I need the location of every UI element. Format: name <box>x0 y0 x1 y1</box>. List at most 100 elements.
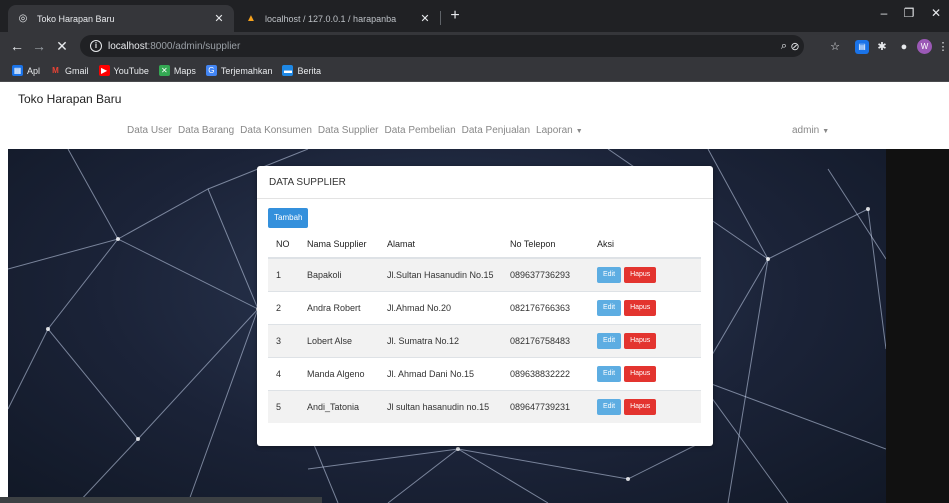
bookmark-label: Terjemahkan <box>220 65 273 76</box>
cell-nama: Andi_Tatonia <box>299 389 379 423</box>
nav-data-konsumen[interactable]: Data Konsumen <box>240 125 312 136</box>
camera-blocked-icon[interactable]: ⊘ <box>788 40 802 54</box>
column-header-telepon: No Telepon <box>502 231 589 259</box>
cell-alamat: Jl sultan hasanudin no.15 <box>379 389 502 423</box>
bookmark-gmail[interactable]: M Gmail <box>50 65 88 76</box>
caret-down-icon: ▼ <box>575 128 583 135</box>
new-tab-plus-icon[interactable]: + <box>446 7 464 25</box>
tab-title: localhost / 127.0.0.1 / harapanba <box>265 13 397 24</box>
edit-button[interactable]: Edit <box>597 398 622 415</box>
nav-laporan-dropdown[interactable]: Laporan ▼ <box>536 125 583 136</box>
cell-no: 5 <box>268 389 299 423</box>
nav-data-barang[interactable]: Data Barang <box>178 125 234 136</box>
web-page: Toko Harapan Baru Data User Data Barang … <box>0 82 949 503</box>
caret-down-icon: ▼ <box>822 128 830 135</box>
cell-aksi: Edit Hapus <box>589 257 701 291</box>
delete-button[interactable]: Hapus <box>624 365 657 382</box>
supplier-table: NO Nama Supplier Alamat No Telepon Aksi … <box>268 231 701 423</box>
cell-telepon: 089638832222 <box>502 356 589 390</box>
profile-avatar[interactable]: W <box>917 39 932 54</box>
extension-translate-icon[interactable]: ▤ <box>855 40 869 54</box>
nav-data-pembelian[interactable]: Data Pembelian <box>384 125 455 136</box>
user-name: admin <box>792 125 820 136</box>
bookmark-maps[interactable]: ✕ Maps <box>158 65 196 76</box>
delete-button[interactable]: Hapus <box>624 299 657 316</box>
add-supplier-button[interactable]: Tambah <box>268 208 309 228</box>
bookmark-youtube[interactable]: ▶ YouTube <box>98 65 149 76</box>
edit-button[interactable]: Edit <box>597 332 622 349</box>
cell-nama: Lobert Alse <box>299 323 379 357</box>
edit-button[interactable]: Edit <box>597 266 622 283</box>
url-path: :8000/admin/supplier <box>147 40 241 52</box>
address-bar[interactable]: i localhost:8000/admin/supplier ⌕ <box>80 35 804 57</box>
cell-nama: Andra Robert <box>299 290 379 324</box>
column-header-alamat: Alamat <box>379 231 502 259</box>
table-row: 2 Andra Robert Jl.Ahmad No.20 0821767663… <box>268 290 701 324</box>
background-dark-edge <box>886 149 949 503</box>
browser-tab-bar: ◎ Toko Harapan Baru ✕ ▲ localhost / 127.… <box>0 0 949 32</box>
minimize-icon[interactable]: – <box>874 6 894 20</box>
bookmark-label: Berita <box>297 65 321 76</box>
site-info-icon[interactable]: i <box>90 40 102 52</box>
tab-toko-harapan-baru[interactable]: ◎ Toko Harapan Baru ✕ <box>8 5 234 32</box>
forward-arrow-icon[interactable]: → <box>30 37 48 55</box>
column-header-nama: Nama Supplier <box>299 231 379 259</box>
bookmark-apps[interactable]: ▦ Apl <box>12 65 40 76</box>
column-header-aksi: Aksi <box>589 231 701 259</box>
extension-dot-icon[interactable]: ● <box>897 40 911 54</box>
bookmark-translate[interactable]: G Terjemahkan <box>205 65 273 76</box>
news-icon: ▬ <box>282 65 294 76</box>
delete-button[interactable]: Hapus <box>624 332 657 349</box>
nav-data-penjualan[interactable]: Data Penjualan <box>462 125 530 136</box>
back-arrow-icon[interactable]: ← <box>8 37 26 55</box>
cell-nama: Manda Algeno <box>299 356 379 390</box>
tab-close-icon[interactable]: ✕ <box>418 12 432 25</box>
delete-button[interactable]: Hapus <box>624 266 657 283</box>
maps-icon: ✕ <box>158 65 170 76</box>
cell-telepon: 082176766363 <box>502 290 589 324</box>
supplier-card: DATA SUPPLIER Tambah NO Nama Supplier Al… <box>257 166 713 446</box>
url-host: localhost <box>108 40 148 52</box>
cell-no: 3 <box>268 323 299 357</box>
cell-no: 2 <box>268 290 299 324</box>
cell-alamat: Jl.Sultan Hasanudin No.15 <box>379 257 502 291</box>
cell-alamat: Jl. Sumatra No.12 <box>379 323 502 357</box>
table-row: 4 Manda Algeno Jl. Ahmad Dani No.15 0896… <box>268 356 701 390</box>
cell-telepon: 089647739231 <box>502 389 589 423</box>
site-brand[interactable]: Toko Harapan Baru <box>18 92 121 106</box>
bookmark-label: Apl <box>27 65 41 76</box>
tab-close-icon[interactable]: ✕ <box>212 12 226 25</box>
edit-button[interactable]: Edit <box>597 365 622 382</box>
nav-laporan-label: Laporan <box>536 125 573 136</box>
window-close-icon[interactable]: ✕ <box>926 6 946 20</box>
bookmark-news[interactable]: ▬ Berita <box>282 65 321 76</box>
bookmark-label: Maps <box>173 65 196 76</box>
bookmark-label: YouTube <box>113 65 149 76</box>
extensions-puzzle-icon[interactable]: ✱ <box>875 40 889 54</box>
bookmark-star-icon[interactable]: ☆ <box>828 40 842 54</box>
apps-grid-icon: ▦ <box>12 65 23 76</box>
cell-aksi: Edit Hapus <box>589 356 701 390</box>
phpmyadmin-favicon-icon: ▲ <box>246 13 256 24</box>
browser-status-bar <box>0 497 322 503</box>
cell-alamat: Jl. Ahmad Dani No.15 <box>379 356 502 390</box>
column-header-no: NO <box>268 231 299 259</box>
tab-phpmyadmin[interactable]: ▲ localhost / 127.0.0.1 / harapanba ✕ <box>236 5 440 32</box>
nav-data-user[interactable]: Data User <box>127 125 172 136</box>
nav-data-supplier[interactable]: Data Supplier <box>318 125 379 136</box>
table-header-row: NO Nama Supplier Alamat No Telepon Aksi <box>268 231 701 259</box>
table-row: 5 Andi_Tatonia Jl sultan hasanudin no.15… <box>268 389 701 423</box>
user-dropdown[interactable]: admin ▼ <box>792 125 829 136</box>
edit-button[interactable]: Edit <box>597 299 622 316</box>
cell-nama: Bapakoli <box>299 257 379 291</box>
main-navigation: Data User Data Barang Data Konsumen Data… <box>127 125 589 136</box>
delete-button[interactable]: Hapus <box>624 398 657 415</box>
browser-menu-icon[interactable]: ⋮ <box>936 40 949 54</box>
stop-loading-icon[interactable]: ✕ <box>53 37 71 55</box>
table-row: 1 Bapakoli Jl.Sultan Hasanudin No.15 089… <box>268 257 701 291</box>
cell-telepon: 089637736293 <box>502 257 589 291</box>
cell-aksi: Edit Hapus <box>589 323 701 357</box>
restore-icon[interactable]: ❐ <box>899 6 919 20</box>
cell-no: 4 <box>268 356 299 390</box>
card-title: DATA SUPPLIER <box>257 166 713 199</box>
